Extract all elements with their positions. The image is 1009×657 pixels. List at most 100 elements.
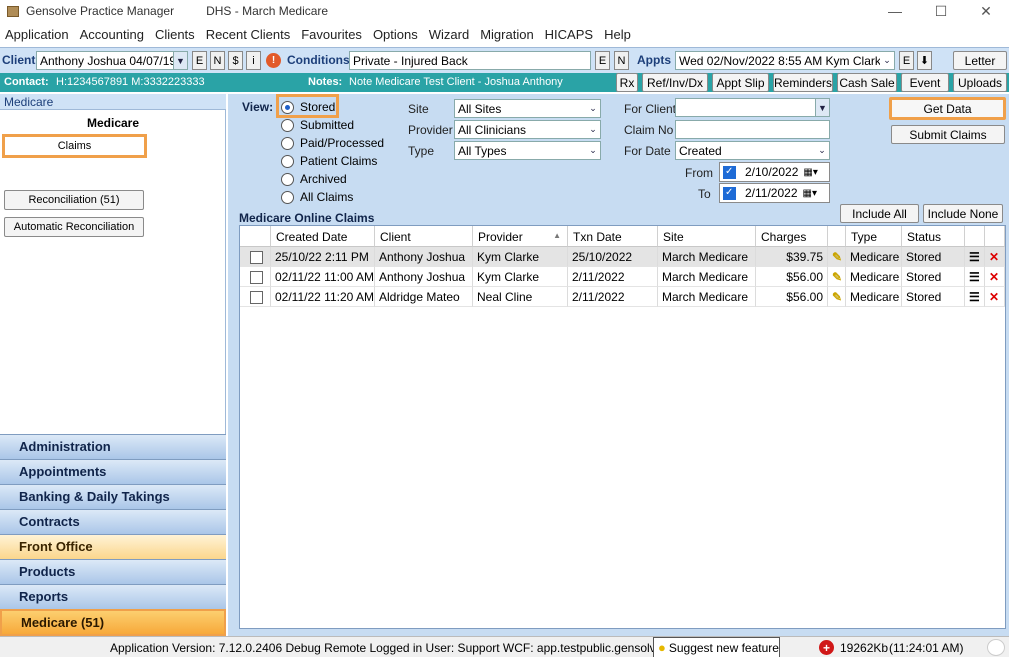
- site-select[interactable]: All Sites ⌄: [454, 99, 601, 118]
- maximize-button[interactable]: ☐: [918, 0, 964, 22]
- for-client-select[interactable]: ▼: [675, 98, 830, 117]
- appt-edit-button[interactable]: E: [899, 51, 914, 70]
- provider-select[interactable]: All Clinicians ⌄: [454, 120, 601, 139]
- alert-icon[interactable]: !: [266, 53, 281, 68]
- radio-icon[interactable]: [281, 118, 294, 132]
- menu-hicaps[interactable]: HICAPS: [545, 27, 593, 42]
- client-select[interactable]: Anthony Joshua 04/07/1979 ▼: [36, 51, 188, 70]
- letter-button[interactable]: Letter: [953, 51, 1007, 70]
- radio-selected-icon[interactable]: [281, 100, 294, 114]
- view-option-paid[interactable]: Paid/Processed: [281, 136, 384, 150]
- table-row[interactable]: 25/10/22 2:11 PM Anthony Joshua Kym Clar…: [240, 247, 1005, 267]
- column-header-type[interactable]: Type: [846, 226, 902, 247]
- row-checkbox[interactable]: [250, 291, 263, 304]
- to-date-checkbox[interactable]: [723, 186, 736, 200]
- menu-icon[interactable]: ☰: [965, 247, 985, 267]
- view-option-submitted[interactable]: Submitted: [281, 118, 354, 132]
- radio-icon[interactable]: [281, 154, 294, 168]
- table-row[interactable]: 02/11/22 11:00 AM Anthony Joshua Kym Cla…: [240, 267, 1005, 287]
- for-date-select[interactable]: Created ⌄: [675, 141, 830, 160]
- appts-select[interactable]: Wed 02/Nov/2022 8:55 AM Kym Clarke ⌄: [675, 51, 895, 70]
- menu-icon[interactable]: ☰: [965, 287, 985, 307]
- nav-appointments[interactable]: Appointments: [0, 459, 226, 484]
- from-date-picker[interactable]: 2/10/2022 ▦▾: [719, 162, 830, 182]
- conditions-select[interactable]: Private - Injured Back: [349, 51, 591, 70]
- delete-icon[interactable]: ✕: [985, 247, 1005, 267]
- column-header-site[interactable]: Site: [658, 226, 756, 247]
- menu-favourites[interactable]: Favourites: [301, 27, 362, 42]
- radio-icon[interactable]: [281, 136, 294, 150]
- minimize-button[interactable]: —: [872, 0, 918, 22]
- row-checkbox[interactable]: [250, 271, 263, 284]
- claims-button[interactable]: Claims: [2, 134, 147, 158]
- include-all-button[interactable]: Include All: [840, 204, 919, 223]
- close-button[interactable]: ✕: [963, 0, 1009, 22]
- get-data-button[interactable]: Get Data: [889, 97, 1006, 120]
- view-option-all-claims[interactable]: All Claims: [281, 190, 353, 204]
- claim-no-input[interactable]: [675, 120, 830, 139]
- nav-contracts[interactable]: Contracts: [0, 509, 226, 534]
- client-new-button[interactable]: N: [210, 51, 225, 70]
- delete-icon[interactable]: ✕: [985, 267, 1005, 287]
- column-header-client[interactable]: Client: [375, 226, 473, 247]
- nav-products[interactable]: Products: [0, 559, 226, 584]
- radio-icon[interactable]: [281, 172, 294, 186]
- download-icon[interactable]: ⬇: [917, 51, 932, 70]
- column-header-txn-date[interactable]: Txn Date: [568, 226, 658, 247]
- cash-sale-button[interactable]: Cash Sale: [837, 73, 897, 92]
- pencil-icon[interactable]: ✎: [828, 247, 846, 267]
- chevron-down-icon[interactable]: ⌄: [586, 100, 600, 117]
- view-option-patient-claims[interactable]: Patient Claims: [281, 154, 377, 168]
- menu-icon[interactable]: ☰: [965, 267, 985, 287]
- chevron-down-icon[interactable]: ▼: [815, 99, 829, 116]
- nav-medicare[interactable]: Medicare (51): [0, 609, 226, 636]
- chevron-down-icon[interactable]: ⌄: [586, 142, 600, 159]
- view-option-stored[interactable]: Stored: [281, 100, 335, 114]
- ref-inv-dx-button[interactable]: Ref/Inv/Dx: [642, 73, 708, 92]
- column-header-created-date[interactable]: Created Date: [271, 226, 375, 247]
- chevron-down-icon[interactable]: ▼: [173, 52, 187, 69]
- reminders-button[interactable]: Reminders: [773, 73, 833, 92]
- calendar-icon[interactable]: ▦▾: [803, 188, 817, 199]
- rx-button[interactable]: Rx: [616, 73, 638, 92]
- condition-new-button[interactable]: N: [614, 51, 629, 70]
- calendar-icon[interactable]: ▦▾: [803, 167, 817, 178]
- row-checkbox[interactable]: [250, 251, 263, 264]
- menu-wizard[interactable]: Wizard: [429, 27, 469, 42]
- column-header-charges[interactable]: Charges: [756, 226, 828, 247]
- delete-icon[interactable]: ✕: [985, 287, 1005, 307]
- from-date-checkbox[interactable]: [723, 165, 736, 179]
- view-option-archived[interactable]: Archived: [281, 172, 347, 186]
- type-select[interactable]: All Types ⌄: [454, 141, 601, 160]
- client-info-button[interactable]: i: [246, 51, 261, 70]
- column-header-status[interactable]: Status: [902, 226, 965, 247]
- menu-recent-clients[interactable]: Recent Clients: [206, 27, 291, 42]
- client-account-button[interactable]: $: [228, 51, 243, 70]
- condition-edit-button[interactable]: E: [595, 51, 610, 70]
- menu-clients[interactable]: Clients: [155, 27, 195, 42]
- automatic-reconciliation-button[interactable]: Automatic Reconciliation: [4, 217, 144, 237]
- chevron-down-icon[interactable]: ⌄: [586, 121, 600, 138]
- nav-front-office[interactable]: Front Office: [0, 534, 226, 559]
- appt-slip-button[interactable]: Appt Slip: [712, 73, 769, 92]
- chevron-down-icon[interactable]: ⌄: [815, 142, 829, 159]
- nav-reports[interactable]: Reports: [0, 584, 226, 609]
- menu-options[interactable]: Options: [373, 27, 418, 42]
- nav-banking[interactable]: Banking & Daily Takings: [0, 484, 226, 509]
- pencil-icon[interactable]: ✎: [828, 287, 846, 307]
- chevron-down-icon[interactable]: ⌄: [880, 52, 894, 69]
- menu-accounting[interactable]: Accounting: [80, 27, 144, 42]
- submit-claims-button[interactable]: Submit Claims: [891, 125, 1005, 144]
- menu-application[interactable]: Application: [5, 27, 69, 42]
- include-none-button[interactable]: Include None: [923, 204, 1003, 223]
- pencil-icon[interactable]: ✎: [828, 267, 846, 287]
- to-date-picker[interactable]: 2/11/2022 ▦▾: [719, 183, 830, 203]
- radio-icon[interactable]: [281, 190, 294, 204]
- menu-help[interactable]: Help: [604, 27, 631, 42]
- uploads-button[interactable]: Uploads: [953, 73, 1007, 92]
- table-row[interactable]: 02/11/22 11:20 AM Aldridge Mateo Neal Cl…: [240, 287, 1005, 307]
- menu-migration[interactable]: Migration: [480, 27, 533, 42]
- column-header-provider[interactable]: Provider ▲: [473, 226, 568, 247]
- reconciliation-button[interactable]: Reconciliation (51): [4, 190, 144, 210]
- event-button[interactable]: Event: [901, 73, 949, 92]
